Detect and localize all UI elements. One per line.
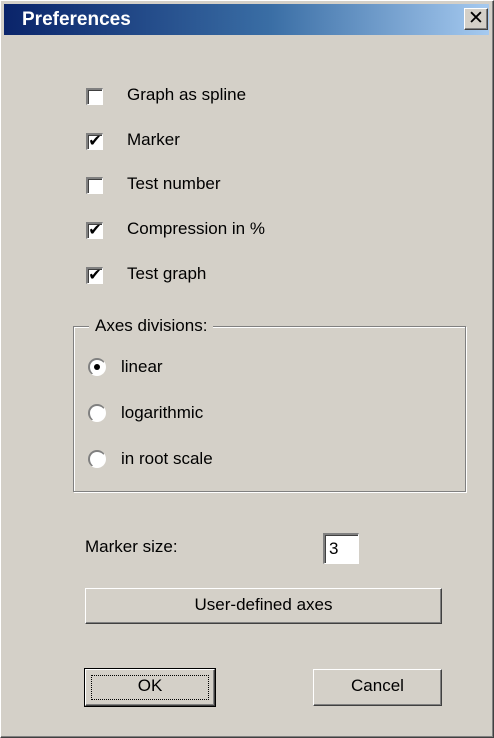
close-button[interactable]: ✕ bbox=[464, 8, 488, 30]
checkbox-box[interactable]: ✔ bbox=[86, 133, 103, 150]
user-defined-axes-label: User-defined axes bbox=[194, 595, 333, 614]
radio-label: in root scale bbox=[121, 449, 213, 468]
radio-button[interactable] bbox=[88, 450, 106, 468]
checkbox-box[interactable] bbox=[86, 88, 103, 105]
user-defined-axes-button[interactable]: User-defined axes bbox=[85, 588, 442, 624]
radio-label: linear bbox=[121, 357, 163, 376]
preferences-dialog: Preferences ✕ Graph as spline ✔ Marker T… bbox=[0, 0, 494, 738]
marker-size-label: Marker size: bbox=[85, 537, 178, 556]
cancel-button[interactable]: Cancel bbox=[313, 669, 442, 706]
check-icon: ✔ bbox=[88, 133, 102, 150]
cancel-label: Cancel bbox=[351, 676, 404, 695]
title-bar[interactable]: Preferences ✕ bbox=[4, 4, 489, 35]
radio-button[interactable] bbox=[88, 358, 106, 376]
window-title: Preferences bbox=[22, 9, 131, 30]
checkbox-box[interactable]: ✔ bbox=[86, 267, 103, 284]
ok-button[interactable]: OK bbox=[84, 668, 216, 707]
axes-divisions-title: Axes divisions: bbox=[89, 316, 214, 336]
radio-dot-icon bbox=[94, 364, 100, 370]
ok-label: OK bbox=[137, 676, 163, 695]
checkbox-label: Test number bbox=[127, 174, 221, 193]
close-icon: ✕ bbox=[468, 8, 484, 29]
radio-label: logarithmic bbox=[121, 403, 204, 422]
checkbox-box[interactable] bbox=[86, 177, 103, 194]
checkbox-label: Compression in % bbox=[127, 219, 265, 238]
check-icon: ✔ bbox=[88, 267, 102, 284]
checkbox-label: Marker bbox=[127, 130, 180, 149]
checkbox-label: Test graph bbox=[127, 264, 207, 283]
checkbox-box[interactable]: ✔ bbox=[86, 222, 103, 239]
check-icon: ✔ bbox=[88, 222, 102, 239]
checkbox-label: Graph as spline bbox=[127, 85, 247, 104]
marker-size-input[interactable] bbox=[323, 533, 359, 564]
radio-button[interactable] bbox=[88, 404, 106, 422]
